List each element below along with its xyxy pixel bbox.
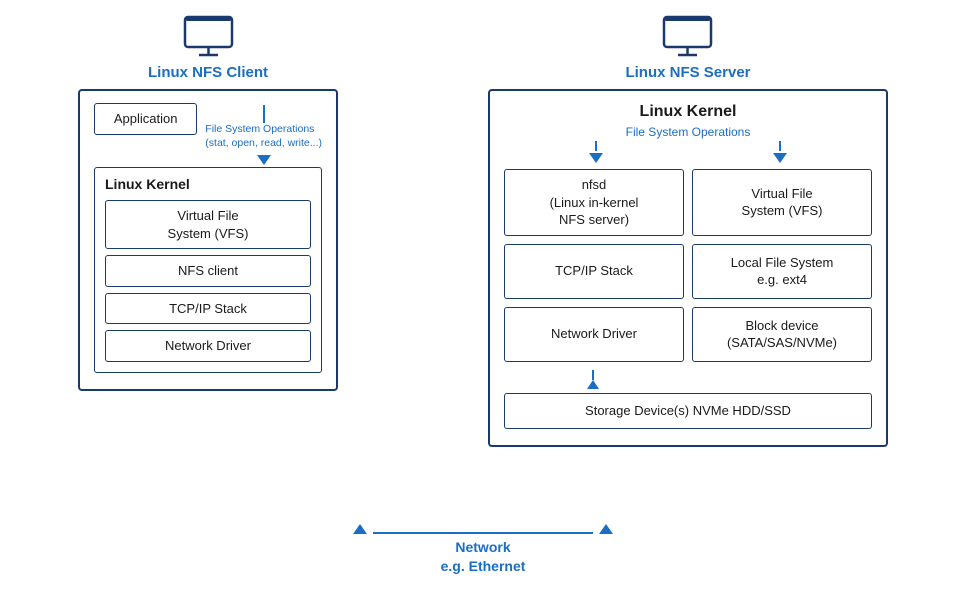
vfs-box-client: Virtual FileSystem (VFS)	[105, 200, 311, 249]
network-label: Networke.g. Ethernet	[441, 538, 526, 577]
client-kernel-box: Linux Kernel Virtual FileSystem (VFS) NF…	[94, 167, 322, 373]
network-driver-box-server: Network Driver	[504, 307, 684, 362]
left-side: Linux NFS Client Application File System…	[63, 15, 353, 391]
storage-box: Storage Device(s) NVMe HDD/SSD	[504, 393, 872, 429]
server-arrow-line-left	[595, 141, 597, 151]
client-title: Linux NFS Client	[148, 64, 268, 81]
network-section: Networke.g. Ethernet	[333, 524, 633, 577]
server-monitor-label: Linux NFS Server	[625, 15, 750, 81]
client-outer-box: Application File System Operations(stat,…	[78, 89, 338, 391]
right-side: Linux NFS Server Linux Kernel File Syste…	[473, 15, 903, 447]
server-fs-ops-label: File System Operations	[504, 125, 872, 139]
network-driver-box-client: Network Driver	[105, 330, 311, 362]
server-monitor-icon	[660, 15, 715, 60]
nd-to-storage-arrowup	[587, 380, 599, 389]
diagram: Linux NFS Client Application File System…	[3, 5, 963, 595]
nfs-client-box: NFS client	[105, 255, 311, 287]
server-arrow-down-right	[773, 153, 787, 163]
network-arrow-up-left	[353, 524, 367, 534]
fs-ops-arrow-line	[263, 105, 265, 123]
server-grid: nfsd(Linux in-kernelNFS server) Virtual …	[504, 169, 872, 362]
server-arrow-down-left	[589, 153, 603, 163]
client-monitor-label: Linux NFS Client	[148, 15, 268, 81]
fs-ops-arrow-down	[257, 155, 271, 165]
vfs-box-server: Virtual FileSystem (VFS)	[692, 169, 872, 236]
fs-ops-arrow-area: File System Operations(stat, open, read,…	[205, 103, 322, 165]
network-arrow-up-right	[599, 524, 613, 534]
server-outer-box: Linux Kernel File System Operations nfsd…	[488, 89, 888, 447]
server-title: Linux NFS Server	[625, 64, 750, 81]
server-arrow-line-right	[779, 141, 781, 151]
client-kernel-stack: Virtual FileSystem (VFS) NFS client TCP/…	[105, 200, 311, 362]
nfsd-box: nfsd(Linux in-kernelNFS server)	[504, 169, 684, 236]
network-line	[373, 532, 593, 534]
local-fs-box: Local File Systeme.g. ext4	[692, 244, 872, 299]
application-box: Application	[94, 103, 197, 135]
client-monitor-icon	[181, 15, 236, 60]
tcpip-box-server: TCP/IP Stack	[504, 244, 684, 299]
block-device-box: Block device(SATA/SAS/NVMe)	[692, 307, 872, 362]
server-kernel-title: Linux Kernel	[504, 103, 872, 121]
fs-ops-label: File System Operations(stat, open, read,…	[205, 123, 322, 150]
tcpip-box-client: TCP/IP Stack	[105, 293, 311, 325]
nd-to-storage-line	[592, 370, 594, 380]
client-kernel-title: Linux Kernel	[105, 176, 311, 192]
